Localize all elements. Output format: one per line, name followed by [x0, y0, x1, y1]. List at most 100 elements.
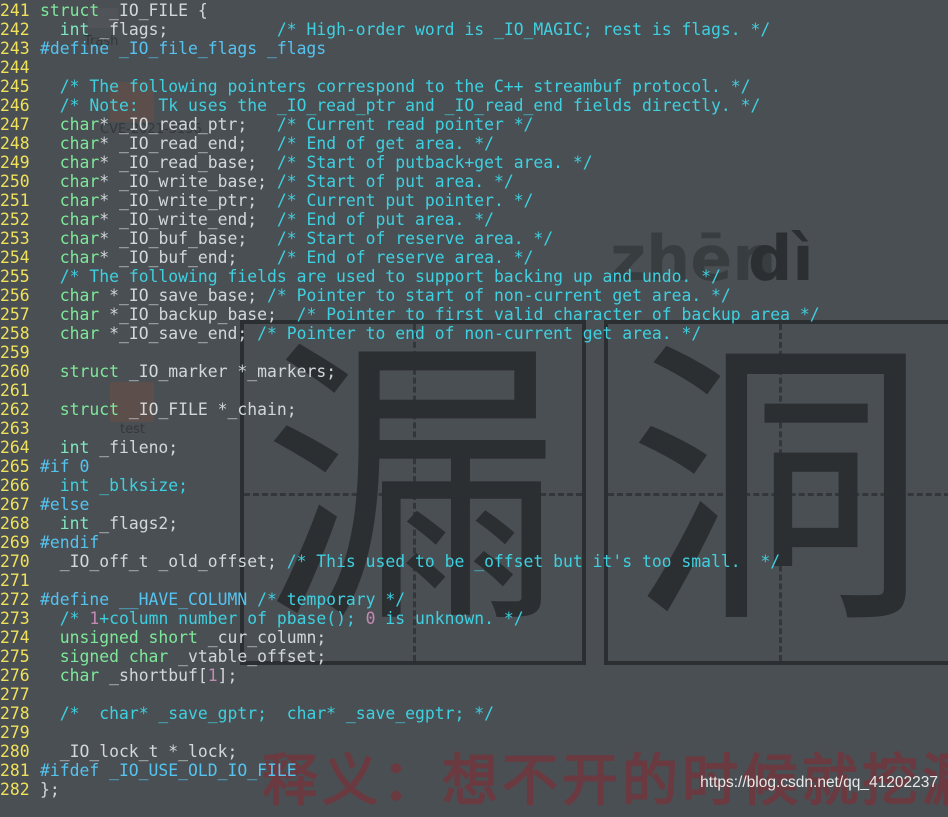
code-line[interactable]: 249 char* _IO_read_base; /* Start of put…: [0, 153, 820, 172]
code-text: struct _IO_FILE {: [40, 1, 208, 20]
line-number: 272: [0, 590, 30, 609]
code-line[interactable]: 243 #define _IO_file_flags _flags: [0, 39, 820, 58]
code-line[interactable]: 246 /* Note: Tk uses the _IO_read_ptr an…: [0, 96, 820, 115]
code-line[interactable]: 262 struct _IO_FILE *_chain;: [0, 400, 820, 419]
code-line[interactable]: 255 /* The following fields are used to …: [0, 267, 820, 286]
code-line[interactable]: 258 char *_IO_save_end; /* Pointer to en…: [0, 324, 820, 343]
code-line[interactable]: 277: [0, 685, 820, 704]
code-line[interactable]: 264 int _fileno;: [0, 438, 820, 457]
code-line[interactable]: 266 int _blksize;: [0, 476, 820, 495]
code-line[interactable]: 247 char* _IO_read_ptr; /* Current read …: [0, 115, 820, 134]
code-token: unsigned short: [59, 628, 198, 647]
code-line[interactable]: 276 char _shortbuf[1];: [0, 666, 820, 685]
line-number: 247: [0, 115, 30, 134]
code-text: char *_IO_save_base; /* Pointer to start…: [40, 286, 731, 305]
code-line[interactable]: 242 int _flags; /* High-order word is _I…: [0, 20, 820, 39]
code-line[interactable]: 260 struct _IO_marker *_markers;: [0, 362, 820, 381]
code-token: _shortbuf[: [99, 666, 208, 685]
code-line[interactable]: 267 #else: [0, 495, 820, 514]
code-line[interactable]: 263: [0, 419, 820, 438]
code-token: _IO_FILE {: [99, 1, 208, 20]
code-token: char: [59, 115, 100, 134]
code-line[interactable]: 269 #endif: [0, 533, 820, 552]
line-number: 265: [0, 457, 30, 476]
code-line[interactable]: 256 char *_IO_save_base; /* Pointer to s…: [0, 286, 820, 305]
code-line[interactable]: 257 char *_IO_backup_base; /* Pointer to…: [0, 305, 820, 324]
code-token: char: [59, 172, 100, 191]
code-line[interactable]: 253 char* _IO_buf_base; /* Start of rese…: [0, 229, 820, 248]
code-token: /* High-order word is _IO_MAGIC; rest is…: [276, 20, 771, 39]
code-token: _IO_FILE *_chain;: [118, 400, 297, 419]
line-number: 243: [0, 39, 30, 58]
code-text: };: [40, 780, 60, 799]
code-text: /* char* _save_gptr; char* _save_egptr; …: [40, 704, 494, 723]
code-line[interactable]: 244: [0, 58, 820, 77]
code-line[interactable]: 279: [0, 723, 820, 742]
line-number: 275: [0, 647, 30, 666]
code-text: /* Note: Tk uses the _IO_read_ptr and _I…: [40, 96, 761, 115]
line-number: 258: [0, 324, 30, 343]
code-line[interactable]: 245 /* The following pointers correspond…: [0, 77, 820, 96]
code-line[interactable]: 273 /* 1+column number of pbase(); 0 is …: [0, 609, 820, 628]
code-token: /* The following fields are used to supp…: [59, 267, 721, 286]
code-text: char* _IO_read_ptr; /* Current read poin…: [40, 115, 534, 134]
code-token: * _IO_write_ptr;: [99, 191, 277, 210]
code-line[interactable]: 259: [0, 343, 820, 362]
code-token: char: [59, 229, 100, 248]
code-text: char* _IO_write_base; /* Start of put ar…: [40, 172, 514, 191]
line-number: 278: [0, 704, 30, 723]
code-line[interactable]: 250 char* _IO_write_base; /* Start of pu…: [0, 172, 820, 191]
code-token: * _IO_buf_base;: [99, 229, 277, 248]
code-line[interactable]: 271: [0, 571, 820, 590]
code-token: /* End of put area. */: [276, 210, 494, 229]
code-token: * _IO_read_end;: [99, 134, 277, 153]
code-line[interactable]: 241 struct _IO_FILE {: [0, 1, 820, 20]
watermark-url: https://blog.csdn.net/qq_41202237: [700, 774, 938, 791]
code-line[interactable]: 275 signed char _vtable_offset;: [0, 647, 820, 666]
code-token: ];: [217, 666, 238, 685]
line-number: 280: [0, 742, 30, 761]
code-token: is unknown. */: [375, 609, 524, 628]
code-line[interactable]: 268 int _flags2;: [0, 514, 820, 533]
code-text: char* _IO_buf_base; /* Start of reserve …: [40, 229, 553, 248]
code-line[interactable]: 270 _IO_off_t _old_offset; /* This used …: [0, 552, 820, 571]
code-line[interactable]: 248 char* _IO_read_end; /* End of get ar…: [0, 134, 820, 153]
code-token: 1: [89, 609, 100, 628]
code-text: unsigned short _cur_column;: [40, 628, 326, 647]
code-token: *_IO_save_end;: [99, 324, 258, 343]
code-line[interactable]: 261: [0, 381, 820, 400]
code-line[interactable]: 251 char* _IO_write_ptr; /* Current put …: [0, 191, 820, 210]
code-text: /* The following fields are used to supp…: [40, 267, 721, 286]
code-text: char *_IO_backup_base; /* Pointer to fir…: [40, 305, 820, 324]
code-text: #else: [40, 495, 89, 514]
code-line[interactable]: 281 #ifdef _IO_USE_OLD_IO_FILE: [0, 761, 820, 780]
code-token: * _IO_write_base;: [99, 172, 277, 191]
code-token: _fileno;: [89, 438, 179, 457]
code-editor[interactable]: 241 struct _IO_FILE {242 int _flags; /* H…: [0, 0, 820, 799]
code-token: /* End of reserve area. */: [276, 248, 534, 267]
code-line[interactable]: 265 #if 0: [0, 457, 820, 476]
code-line[interactable]: 254 char* _IO_buf_end; /* End of reserve…: [0, 248, 820, 267]
code-token: _IO_off_t _old_offset;: [40, 552, 287, 571]
code-token: /* Start of reserve area. */: [276, 229, 554, 248]
code-text: int _flags; /* High-order word is _IO_MA…: [40, 20, 771, 39]
code-line[interactable]: 252 char* _IO_write_end; /* End of put a…: [0, 210, 820, 229]
code-line[interactable]: 282};: [0, 780, 820, 799]
code-token: /* Current put pointer. */: [276, 191, 534, 210]
code-text: char *_IO_save_end; /* Pointer to end of…: [40, 324, 701, 343]
code-token: * _IO_write_end;: [99, 210, 277, 229]
line-number: 245: [0, 77, 30, 96]
code-token: /*: [59, 609, 90, 628]
code-line[interactable]: 274 unsigned short _cur_column;: [0, 628, 820, 647]
code-line[interactable]: 278 /* char* _save_gptr; char* _save_egp…: [0, 704, 820, 723]
code-token: struct: [40, 1, 100, 20]
code-line[interactable]: 280 _IO_lock_t *_lock;: [0, 742, 820, 761]
code-line[interactable]: 272 #define __HAVE_COLUMN /* temporary */: [0, 590, 820, 609]
